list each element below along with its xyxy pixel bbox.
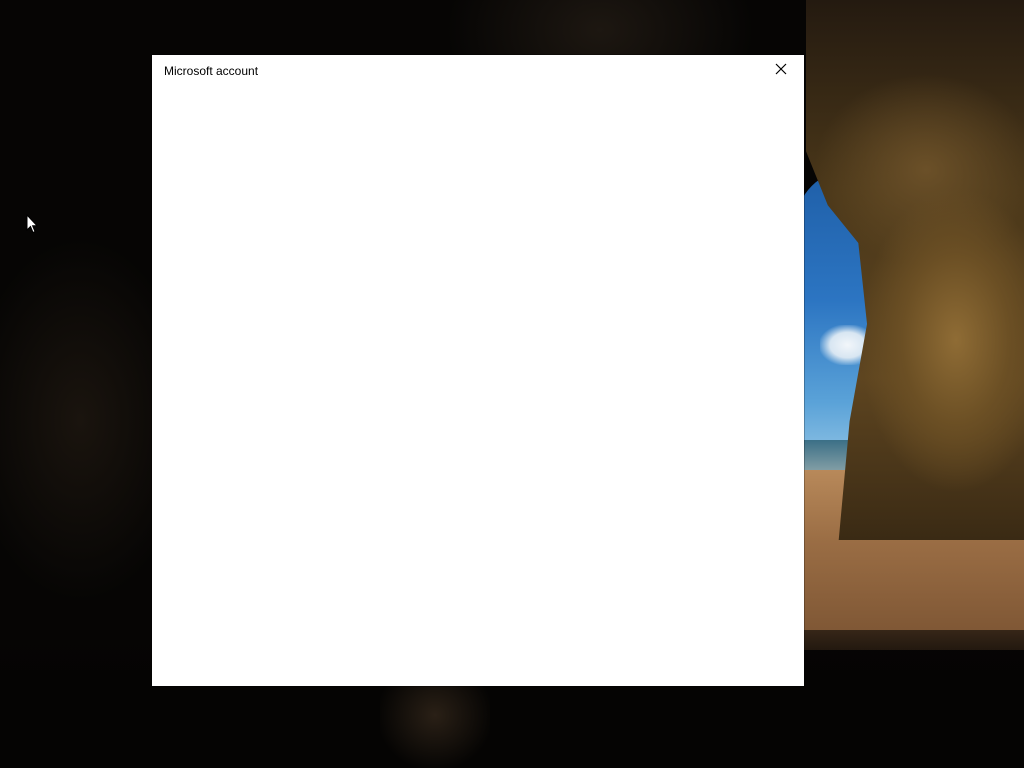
close-button[interactable] bbox=[758, 55, 804, 87]
microsoft-account-dialog: Microsoft account bbox=[152, 55, 804, 686]
close-icon bbox=[775, 62, 787, 80]
arrow-cursor-icon bbox=[26, 213, 39, 234]
dialog-titlebar[interactable]: Microsoft account bbox=[152, 55, 804, 87]
dialog-content-area bbox=[152, 87, 804, 686]
foreground-rock bbox=[380, 680, 490, 768]
cloud bbox=[820, 325, 866, 365]
dialog-title: Microsoft account bbox=[164, 64, 259, 78]
lock-screen: Microsoft account bbox=[0, 0, 1024, 768]
